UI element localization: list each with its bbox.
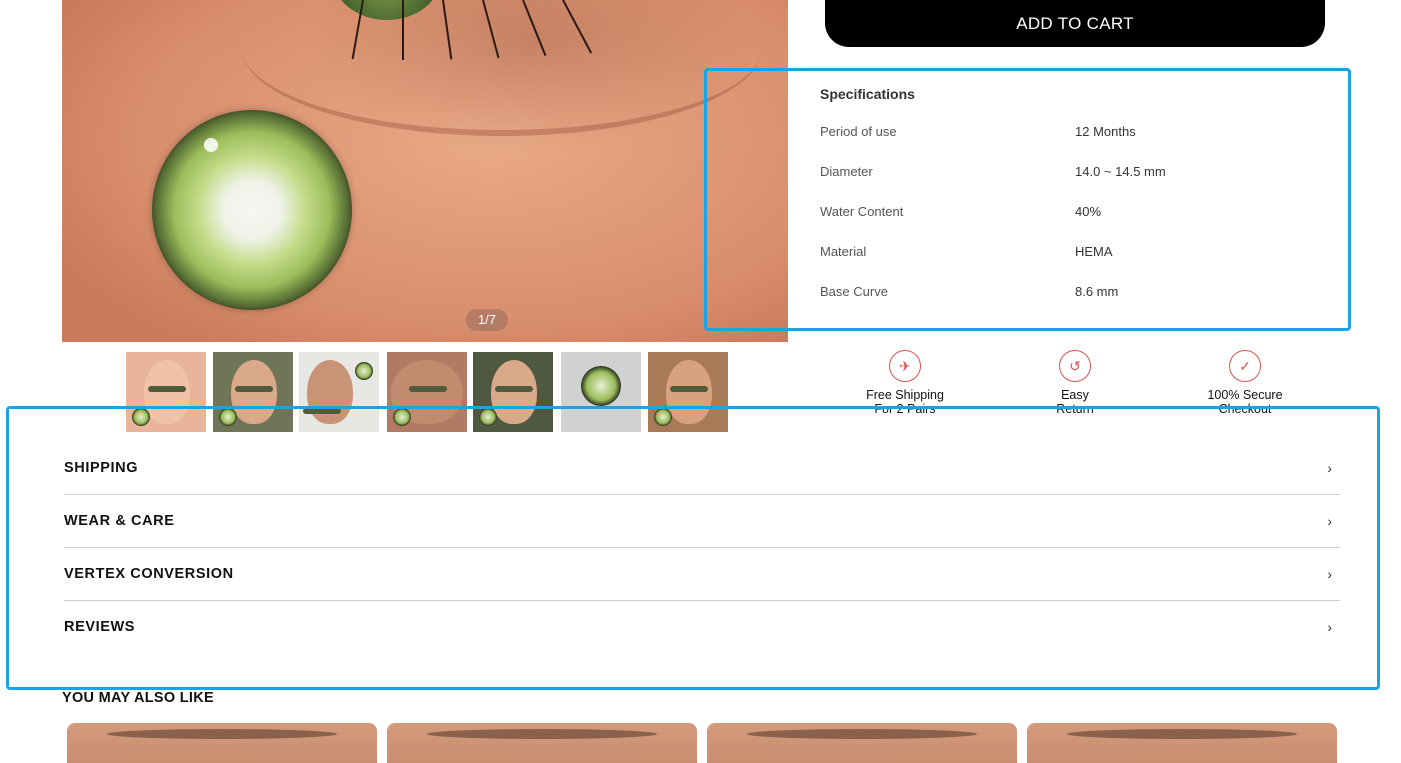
recommendation-card[interactable]	[707, 723, 1017, 763]
feature-line2: Checkout	[1218, 402, 1272, 416]
feature-line1: 100% Secure	[1207, 388, 1283, 402]
thumbnail-6[interactable]	[561, 352, 641, 432]
thumb-lens-icon	[393, 408, 411, 426]
accordion-label: VERTEX CONVERSION	[64, 566, 234, 582]
contact-lens-graphic	[152, 110, 352, 310]
spec-key: Base Curve	[820, 284, 888, 299]
accordion-label: WEAR & CARE	[64, 513, 175, 529]
plane-icon: ✈	[889, 350, 921, 382]
specifications-title: Specifications	[820, 86, 915, 102]
thumbnail-2[interactable]	[213, 352, 293, 432]
feature-line1: Free Shipping	[866, 388, 944, 402]
accordion-vertex-conversion[interactable]: VERTEX CONVERSION ›	[64, 548, 1340, 600]
thumb-lens-icon	[581, 366, 621, 406]
image-counter: 1/7	[466, 309, 508, 331]
spec-value: 40%	[1075, 204, 1102, 219]
feature-line2: Return	[1056, 402, 1094, 416]
feature-line2: For 2 Pairs	[874, 402, 936, 416]
thumb-eye	[670, 386, 708, 392]
chevron-right-icon: ›	[1327, 460, 1332, 476]
feature-free-shipping: ✈ Free Shipping For 2 Pairs	[835, 350, 975, 416]
thumb-face	[307, 360, 353, 424]
return-box-icon: ↺	[1059, 350, 1091, 382]
accordion-shipping[interactable]: SHIPPING ›	[64, 442, 1340, 494]
thumbnail-7[interactable]	[648, 352, 728, 432]
thumbnail-1[interactable]	[126, 352, 206, 432]
card-image-detail	[107, 729, 337, 739]
spec-value: HEMA	[1075, 244, 1113, 259]
thumb-face	[491, 360, 537, 424]
card-image-detail	[1067, 729, 1297, 739]
eyelash-graphic	[402, 0, 404, 60]
card-image-detail	[427, 729, 657, 739]
recommendation-card[interactable]	[67, 723, 377, 763]
thumb-eye	[303, 408, 341, 414]
spec-row: Material HEMA	[820, 244, 1320, 264]
accordion-label: SHIPPING	[64, 460, 139, 476]
thumb-face	[231, 360, 277, 424]
thumbnail-3[interactable]	[299, 352, 379, 432]
add-to-cart-button[interactable]: ADD TO CART	[825, 0, 1325, 47]
thumb-lens-icon	[355, 362, 373, 380]
accordion-reviews[interactable]: REVIEWS ›	[64, 601, 1340, 653]
spec-key: Water Content	[820, 204, 904, 219]
spec-row: Water Content 40%	[820, 204, 1320, 224]
thumb-lens-icon	[132, 408, 150, 426]
feature-secure-checkout: ✓ 100% Secure Checkout	[1175, 350, 1315, 416]
thumb-lens-icon	[219, 408, 237, 426]
thumb-eye	[235, 386, 273, 392]
thumb-lens-icon	[479, 408, 497, 426]
thumb-eye	[495, 386, 533, 392]
spec-key: Material	[820, 244, 867, 259]
accordion-label: REVIEWS	[64, 619, 136, 635]
spec-row: Base Curve 8.6 mm	[820, 284, 1320, 304]
thumb-eye	[148, 386, 186, 392]
thumb-face	[666, 360, 712, 424]
product-main-image[interactable]: 1/7	[62, 0, 788, 342]
recommendation-card[interactable]	[1027, 723, 1337, 763]
spec-value: 8.6 mm	[1075, 284, 1119, 299]
eyelid-graphic	[242, 0, 762, 136]
feature-line1: Easy	[1061, 388, 1089, 402]
spec-key: Diameter	[820, 164, 873, 179]
feature-easy-return: ↺ Easy Return	[1005, 350, 1145, 416]
chevron-right-icon: ›	[1327, 619, 1332, 635]
chevron-right-icon: ›	[1327, 566, 1332, 582]
spec-row: Period of use 12 Months	[820, 124, 1320, 144]
recommendations-title: YOU MAY ALSO LIKE	[62, 690, 215, 706]
shield-check-icon: ✓	[1229, 350, 1261, 382]
spec-value: 14.0 ~ 14.5 mm	[1075, 164, 1166, 179]
recommendation-card[interactable]	[387, 723, 697, 763]
thumb-face	[144, 360, 190, 424]
card-image-detail	[747, 729, 977, 739]
thumbnail-5[interactable]	[473, 352, 553, 432]
thumb-eye	[409, 386, 447, 392]
accordion-wear-care[interactable]: WEAR & CARE ›	[64, 495, 1340, 547]
chevron-right-icon: ›	[1327, 513, 1332, 529]
thumb-lens-icon	[654, 408, 672, 426]
thumbnail-4[interactable]	[387, 352, 467, 432]
spec-value: 12 Months	[1075, 124, 1136, 139]
spec-key: Period of use	[820, 124, 897, 139]
spec-row: Diameter 14.0 ~ 14.5 mm	[820, 164, 1320, 184]
